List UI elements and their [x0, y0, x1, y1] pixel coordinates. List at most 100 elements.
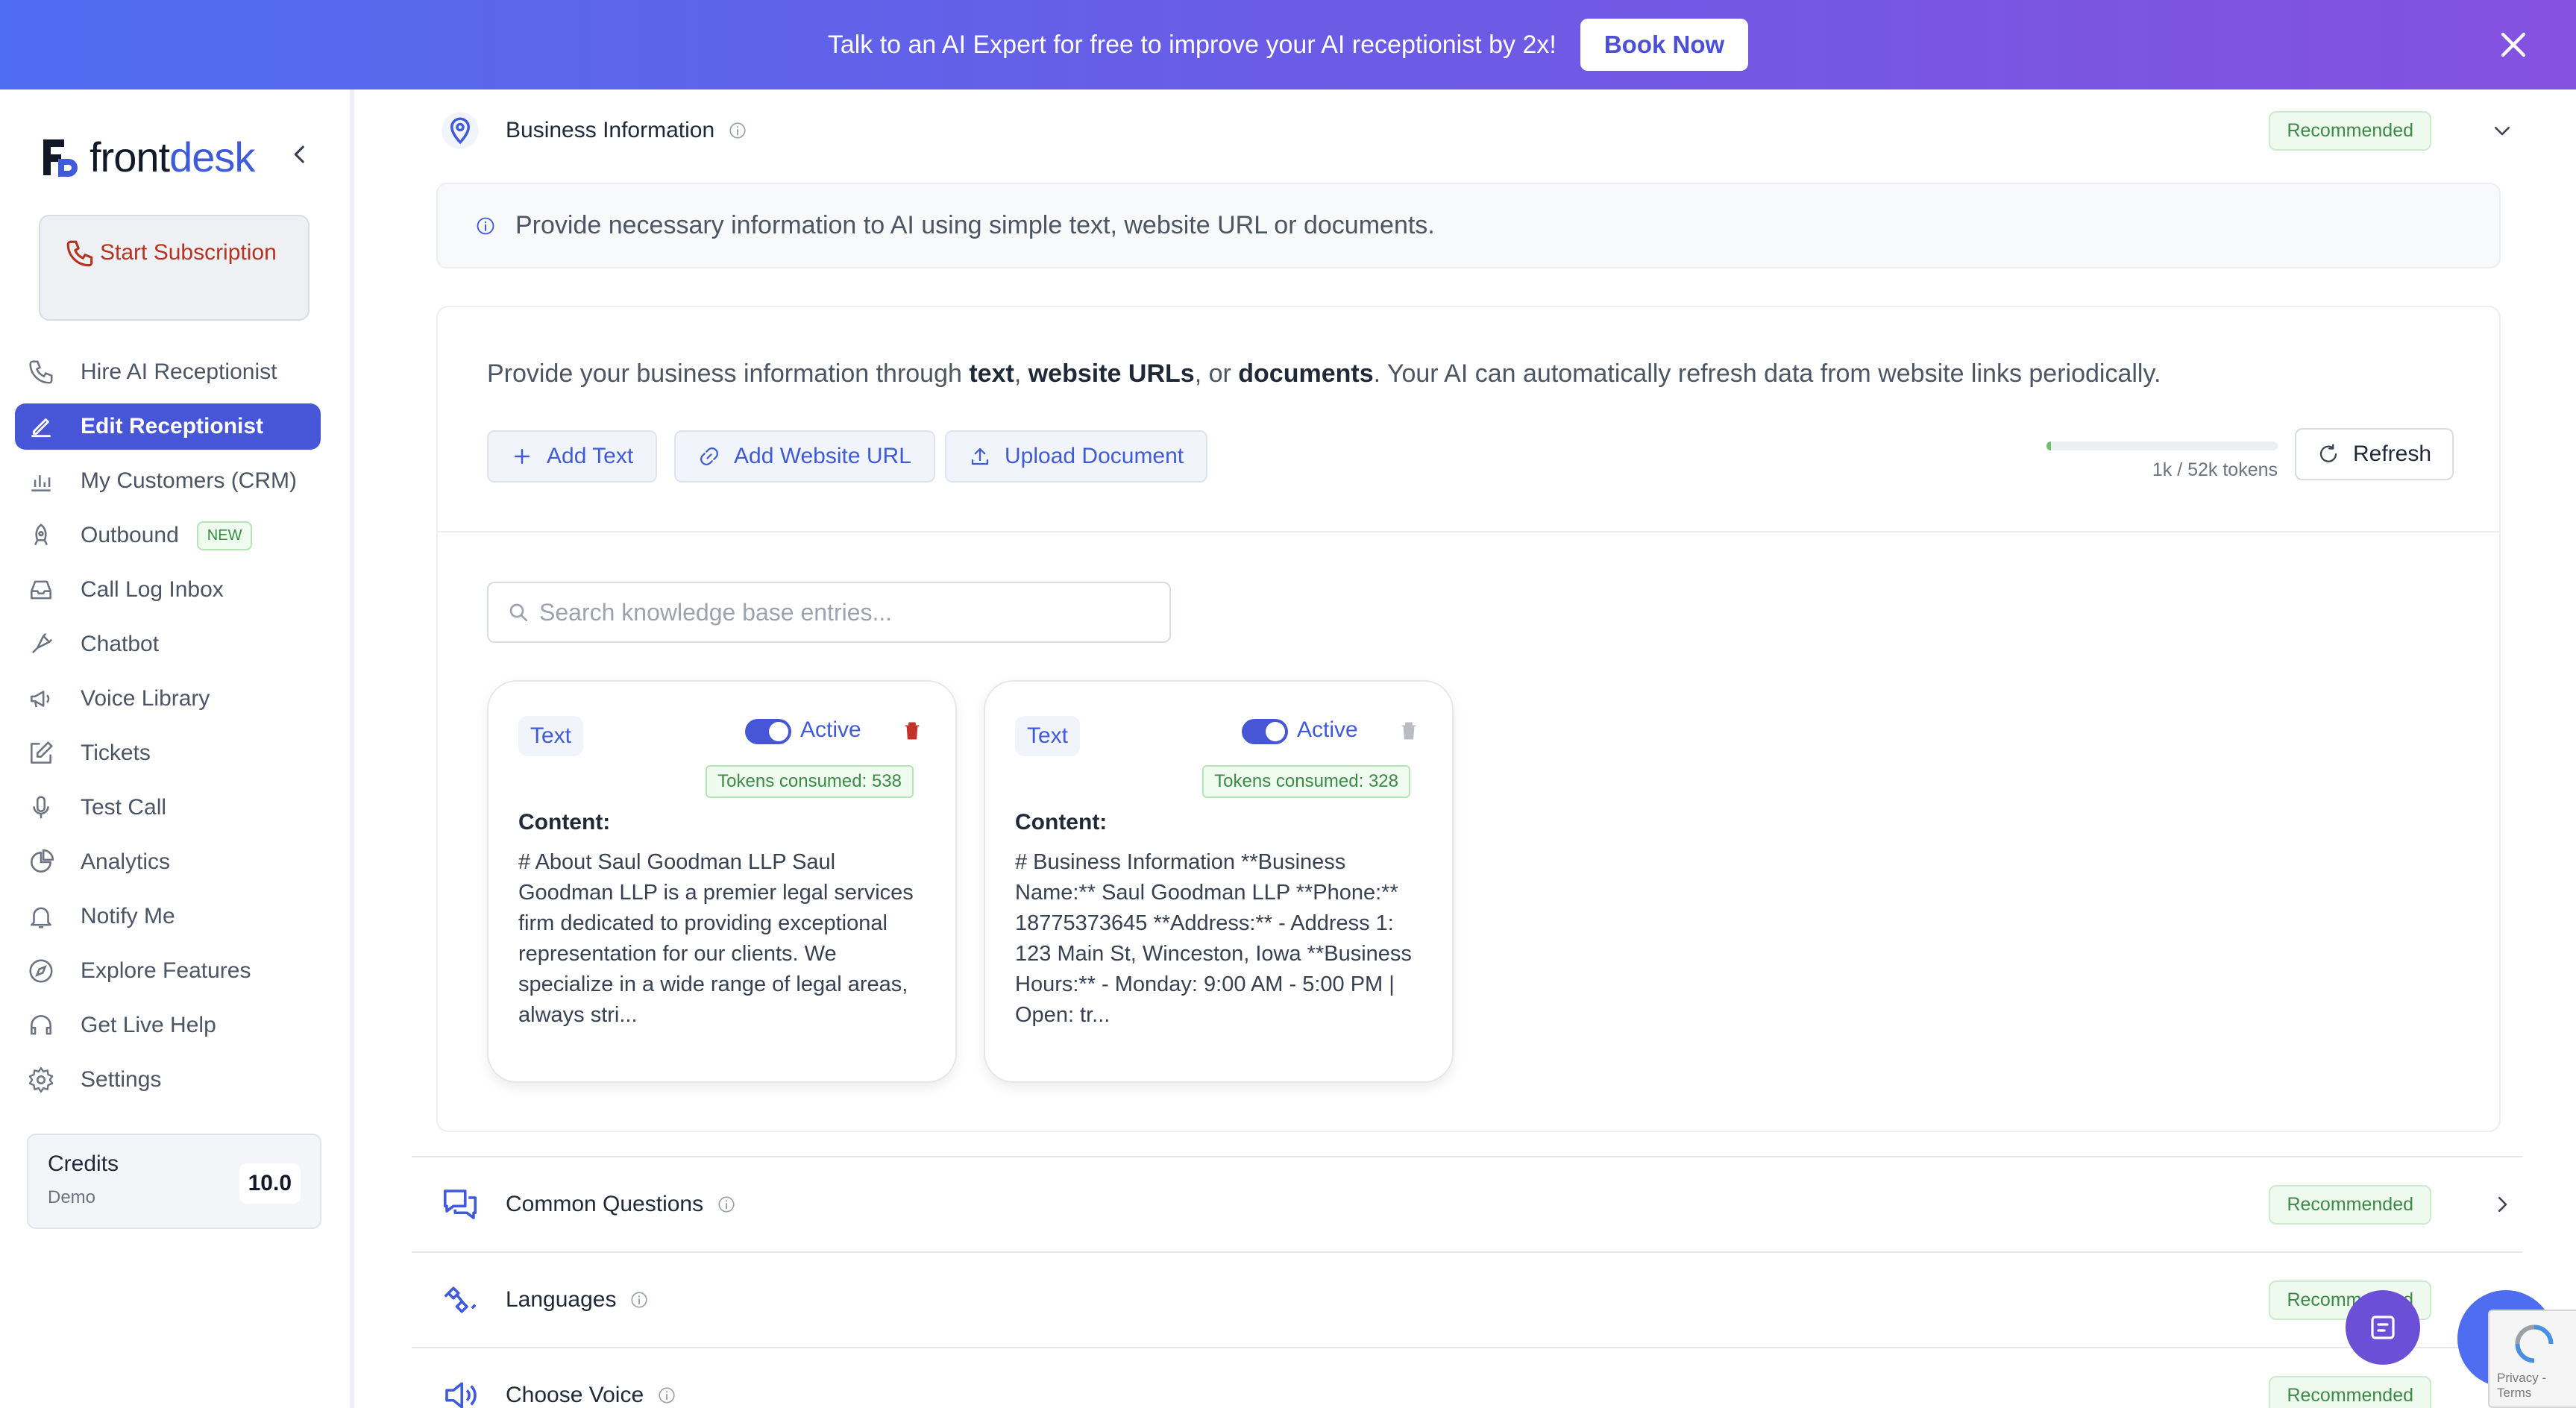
headset-icon [31, 1015, 51, 1035]
knowledge-base-panel: Provide your business information throug… [436, 306, 2501, 1132]
section-business-information[interactable]: Business Information Recommended [440, 89, 2521, 172]
active-label: Active [1297, 717, 1358, 742]
credits-value: 10.0 [239, 1163, 301, 1204]
phone-outline-icon [29, 360, 53, 384]
section-title: Business Information [506, 118, 715, 142]
section-divider [412, 1251, 2522, 1253]
entry-type-badge: Text [518, 716, 584, 756]
chevron-down-icon[interactable] [2491, 119, 2513, 142]
refresh-icon [2319, 444, 2337, 462]
active-toggle[interactable] [745, 719, 791, 744]
sidebar-item-label: Test Call [81, 795, 167, 820]
sidebar-item-label: Outbound [81, 523, 179, 547]
recaptcha-icon [2515, 1324, 2554, 1363]
active-label: Active [800, 717, 861, 742]
sidebar-item-hire-ai-receptionist[interactable]: Hire AI Receptionist [15, 349, 321, 395]
rocket-icon [34, 524, 48, 546]
plus-icon [515, 449, 530, 464]
sidebar-item-test-call[interactable]: Test Call [15, 785, 321, 831]
upload-icon [971, 447, 989, 465]
sidebar-item-my-customers[interactable]: My Customers (CRM) [15, 458, 321, 504]
sidebar-item-edit-receptionist[interactable]: Edit Receptionist [15, 403, 321, 450]
phone-icon [66, 240, 93, 267]
token-usage-bar [2046, 441, 2278, 450]
sidebar-item-chatbot[interactable]: Chatbot [15, 621, 321, 667]
add-text-button[interactable]: Add Text [487, 430, 658, 483]
sidebar-item-outbound[interactable]: Outbound NEW [15, 512, 321, 559]
toggle-knob [1266, 722, 1285, 741]
token-usage-fill [2046, 441, 2052, 450]
sidebar-item-label: Tickets [81, 741, 151, 765]
sidebar-item-label: Edit Receptionist [81, 414, 264, 439]
sidebar-item-voice-library[interactable]: Voice Library [15, 676, 321, 722]
search-input[interactable] [539, 598, 1166, 626]
recommended-badge: Recommended [2269, 1375, 2431, 1408]
chatbot-face-icon [2371, 1316, 2395, 1339]
recaptcha-badge[interactable]: Privacy - Terms [2488, 1310, 2576, 1408]
speaker-icon [445, 1382, 477, 1408]
start-subscription-label: Start Subscription [100, 240, 277, 265]
microphone-icon [33, 796, 49, 819]
logo[interactable]: frontdesk [39, 133, 255, 181]
logo-text: frontdesk [89, 133, 255, 180]
tokens-consumed-badge: Tokens consumed: 538 [706, 765, 914, 798]
add-website-url-button[interactable]: Add Website URL [674, 430, 935, 483]
trash-icon[interactable] [1397, 719, 1421, 743]
close-icon[interactable] [2495, 27, 2531, 63]
sidebar-item-call-log-inbox[interactable]: Call Log Inbox [15, 567, 321, 613]
section-title: Languages [506, 1287, 617, 1312]
inbox-icon [31, 580, 51, 600]
refresh-button[interactable]: Refresh [2295, 428, 2454, 480]
info-notice-text: Provide necessary information to AI usin… [515, 211, 1435, 239]
bell-icon [31, 907, 51, 928]
chat-widget-button[interactable] [2346, 1290, 2420, 1365]
recaptcha-text: Privacy - Terms [2497, 1371, 2547, 1400]
pencil-icon [31, 418, 51, 438]
knowledge-search[interactable] [487, 582, 1171, 643]
credits-card[interactable]: Credits Demo 10.0 [27, 1134, 321, 1229]
gear-icon [28, 1066, 54, 1093]
section-title: Common Questions [506, 1192, 704, 1216]
chevron-left-icon[interactable] [287, 142, 312, 167]
sidebar-item-label: Chatbot [81, 632, 160, 656]
upload-document-button[interactable]: Upload Document [945, 430, 1208, 483]
megaphone-icon [31, 691, 50, 708]
panel-divider [438, 531, 2499, 532]
info-icon[interactable] [728, 121, 747, 140]
chatbot-icon [32, 632, 53, 653]
knowledge-card[interactable]: Text Active Tokens consumed: 538 Content… [487, 680, 957, 1083]
info-notice: Provide necessary information to AI usin… [436, 183, 2501, 268]
pie-chart-icon [31, 849, 54, 873]
panel-description: Provide your business information throug… [487, 359, 2161, 388]
recommended-badge: Recommended [2269, 110, 2431, 151]
sidebar-item-tickets[interactable]: Tickets [15, 730, 321, 776]
sidebar-item-notify-me[interactable]: Notify Me [15, 893, 321, 940]
trash-icon[interactable] [900, 719, 924, 743]
sidebar-item-settings[interactable]: Settings [15, 1057, 321, 1103]
knowledge-card[interactable]: Text Active Tokens consumed: 328 Content… [984, 680, 1454, 1083]
active-toggle[interactable] [1242, 719, 1288, 744]
sidebar-item-analytics[interactable]: Analytics [15, 839, 321, 885]
book-now-button[interactable]: Book Now [1580, 19, 1749, 71]
sidebar-item-label: Hire AI Receptionist [81, 359, 277, 384]
info-icon[interactable] [657, 1386, 676, 1405]
info-icon[interactable] [629, 1290, 649, 1310]
section-divider [412, 1156, 2522, 1157]
translate-icon [444, 1286, 477, 1313]
section-choose-voice[interactable]: Choose Voice Recommended [440, 1354, 2521, 1408]
sidebar-item-get-live-help[interactable]: Get Live Help [15, 1002, 321, 1049]
content-preview: # About Saul Goodman LLP Saul Goodman LL… [518, 850, 914, 1027]
start-subscription-button[interactable]: Start Subscription [39, 215, 310, 321]
sidebar-item-explore-features[interactable]: Explore Features [15, 948, 321, 994]
chevron-right-icon[interactable] [2491, 1193, 2513, 1216]
info-icon[interactable] [717, 1195, 736, 1214]
bar-chart-icon [31, 475, 51, 491]
content-label: Content: [518, 810, 611, 835]
new-badge: NEW [196, 521, 253, 550]
token-usage-label: 1k / 52k tokens [2152, 459, 2278, 480]
sidebar-item-label: My Customers (CRM) [81, 468, 297, 493]
section-languages[interactable]: Languages Recommended [440, 1259, 2521, 1341]
search-icon [509, 603, 527, 621]
section-common-questions[interactable]: Common Questions Recommended [440, 1163, 2521, 1245]
sidebar-item-label: Notify Me [81, 904, 175, 928]
